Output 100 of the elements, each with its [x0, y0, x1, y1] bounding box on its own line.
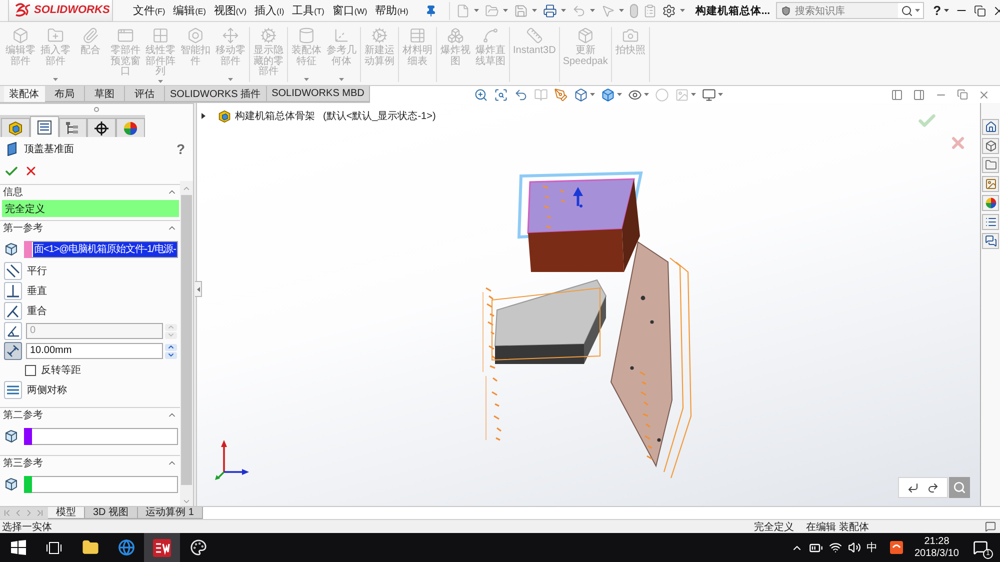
curve-icon — [482, 27, 499, 44]
reference-field[interactable] — [32, 476, 178, 492]
caret-icon[interactable] — [644, 93, 650, 96]
caret-icon[interactable] — [915, 9, 920, 12]
help-button[interactable]: ? — [176, 141, 185, 157]
command-tab[interactable]: 草图 — [85, 86, 125, 102]
caret-icon[interactable] — [561, 9, 566, 12]
clipboard-icon[interactable] — [643, 4, 658, 18]
eye-icon[interactable] — [628, 88, 642, 102]
task-pane-button[interactable] — [982, 233, 999, 249]
caret-right-icon[interactable] — [201, 113, 206, 119]
tray-app-icon[interactable] — [890, 541, 902, 554]
caret-icon[interactable] — [617, 93, 622, 96]
model-tab[interactable]: 运动算例 1 — [138, 507, 203, 519]
task-view-icon — [46, 540, 62, 554]
distance-field[interactable]: 10.00mm — [26, 343, 163, 359]
task-pane-button[interactable] — [982, 214, 999, 230]
caret-icon[interactable] — [718, 93, 724, 96]
search-field[interactable]: 搜索知识库 — [776, 2, 924, 19]
command-tab[interactable]: SOLIDWORKS 插件 — [165, 86, 267, 102]
panel-right-icon[interactable] — [913, 88, 925, 100]
print-icon[interactable] — [543, 4, 558, 18]
menu-item[interactable]: 编辑(E) — [170, 1, 209, 20]
restore-icon[interactable] — [974, 4, 986, 16]
panel-tab[interactable] — [58, 118, 88, 137]
clock-date[interactable]: 2018/3/10 — [914, 548, 959, 560]
notification-icon[interactable] — [973, 540, 988, 555]
task-pane-button[interactable] — [982, 157, 999, 173]
search-icon[interactable] — [901, 4, 914, 16]
taskbar-app[interactable] — [144, 533, 180, 562]
search-button[interactable] — [949, 477, 970, 498]
settings-icon[interactable] — [662, 4, 676, 18]
model-tab[interactable]: 3D 视图 — [85, 507, 138, 519]
caret-icon[interactable] — [944, 9, 950, 12]
symmetric-button[interactable] — [4, 380, 22, 398]
scrollbar-thumb[interactable] — [181, 195, 192, 485]
panel-left-icon[interactable] — [891, 88, 903, 100]
redo-arrow-icon[interactable] — [927, 482, 939, 494]
caret-icon[interactable] — [680, 9, 686, 12]
task-pane-button[interactable] — [982, 195, 999, 211]
parallel-button[interactable] — [4, 262, 22, 280]
command-tab[interactable]: 装配体 — [4, 86, 45, 102]
input-method-indicator[interactable]: 中 — [866, 540, 878, 555]
volume-icon[interactable] — [848, 541, 860, 554]
distance-button[interactable] — [4, 342, 22, 360]
menu-item[interactable]: 工具(T) — [289, 1, 328, 20]
coincident-button[interactable] — [4, 302, 22, 320]
menu-item[interactable]: 窗口(W) — [329, 1, 370, 20]
arrow-handle-icon[interactable] — [573, 187, 583, 208]
splitter-grip-icon[interactable] — [94, 107, 99, 112]
return-arrow-icon[interactable] — [907, 482, 919, 494]
task-pane-button[interactable] — [982, 138, 999, 154]
panel-tab[interactable] — [30, 116, 59, 137]
clock-time[interactable]: 21:28 — [924, 536, 950, 548]
help-button[interactable]: ? — [933, 3, 942, 18]
zoom-area-icon[interactable] — [494, 88, 508, 102]
grid-icon — [152, 27, 169, 44]
menu-item[interactable]: 帮助(H) — [372, 1, 412, 20]
collapse-handle[interactable] — [195, 281, 202, 297]
back-arrow-icon[interactable] — [514, 88, 528, 102]
tree-item-name[interactable]: 构建机箱总体骨架 — [235, 109, 315, 123]
perpendicular-button[interactable] — [4, 282, 22, 300]
reference-field[interactable] — [32, 428, 178, 444]
caret-icon[interactable] — [532, 9, 538, 12]
panel-tab[interactable] — [87, 118, 116, 137]
caret-icon[interactable] — [691, 93, 696, 96]
checkbox[interactable] — [25, 364, 36, 376]
panel-title: 顶盖基准面 — [24, 142, 74, 156]
reference-field[interactable]: 面<1>@电脑机箱原始文件-1/电源- — [32, 240, 178, 258]
task-pane-button[interactable] — [982, 119, 999, 135]
monitor-icon[interactable] — [702, 88, 716, 102]
zoom-icon[interactable] — [474, 88, 488, 102]
menu-item[interactable]: 文件(F) — [130, 1, 168, 20]
caret-icon[interactable] — [619, 9, 624, 12]
caret-icon[interactable] — [590, 93, 596, 96]
cancel-icon[interactable] — [24, 164, 38, 178]
caret-icon[interactable] — [590, 9, 596, 12]
command-tab[interactable]: SOLIDWORKS MBD — [266, 86, 370, 102]
pin-icon[interactable] — [425, 4, 438, 16]
spin-up-button[interactable] — [165, 344, 177, 350]
cube-icon[interactable] — [601, 88, 616, 102]
scroll-down-icon[interactable] — [182, 497, 191, 506]
spin-down-button[interactable] — [165, 352, 177, 358]
pen-icon[interactable] — [554, 88, 568, 102]
caret-icon[interactable] — [474, 9, 480, 12]
task-pane-button[interactable] — [982, 176, 999, 192]
package-icon — [576, 27, 594, 44]
list-icon — [36, 120, 52, 134]
caret-icon[interactable] — [503, 9, 508, 12]
command-tab[interactable]: 评估 — [125, 86, 165, 102]
image-icon — [984, 178, 996, 190]
cube-icon[interactable] — [574, 88, 588, 102]
command-tab[interactable]: 布局 — [45, 86, 85, 102]
menu-item[interactable]: 插入(I) — [252, 1, 288, 20]
menu-item[interactable]: 视图(V) — [210, 1, 250, 20]
bolt-icon — [187, 27, 204, 44]
model-tab[interactable]: 模型 — [48, 507, 85, 519]
axis-triad-icon[interactable] — [214, 439, 250, 481]
scroll-up-icon[interactable] — [182, 184, 191, 193]
speech-bubble-icon[interactable] — [985, 521, 996, 532]
